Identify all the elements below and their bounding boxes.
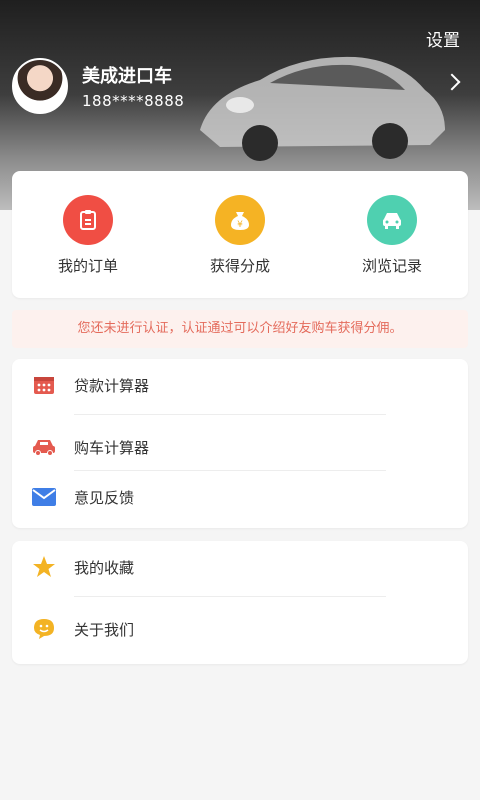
about-us-label: 关于我们 — [74, 620, 135, 639]
calculator-icon — [32, 373, 56, 397]
avatar[interactable] — [12, 58, 68, 114]
car-front-icon — [367, 195, 417, 245]
divider — [74, 414, 386, 415]
divider — [74, 470, 386, 471]
feedback-label: 意见反馈 — [74, 488, 135, 507]
browse-history-label: 浏览记录 — [361, 257, 422, 275]
about-us-item[interactable]: 关于我们 — [12, 616, 468, 642]
car-image — [200, 56, 445, 161]
loan-calculator-label: 贷款计算器 — [74, 376, 150, 395]
favorites-label: 我的收藏 — [74, 558, 135, 577]
earn-commission-button[interactable]: ¥ 获得分成 — [180, 171, 300, 298]
favorites-item[interactable]: 我的收藏 — [12, 554, 468, 580]
settings-link[interactable]: 设置 — [426, 26, 460, 51]
menu-group-personal: 我的收藏 关于我们 — [12, 541, 468, 664]
purchase-calculator-item[interactable]: 购车计算器 — [12, 434, 468, 460]
browse-history-button[interactable]: 浏览记录 — [332, 171, 452, 298]
quick-actions-card: 我的订单 ¥ 获得分成 浏览记录 — [12, 171, 468, 298]
loan-calculator-item[interactable]: 贷款计算器 — [12, 372, 468, 398]
money-bag-icon: ¥ — [215, 195, 265, 245]
my-orders-label: 我的订单 — [57, 257, 118, 275]
car-icon — [32, 435, 56, 459]
purchase-calculator-label: 购车计算器 — [74, 438, 150, 457]
smiley-chat-icon — [32, 617, 56, 641]
verification-notice[interactable]: 您还未进行认证，认证通过可以介绍好友购车获得分佣。 — [12, 310, 468, 348]
earn-commission-label: 获得分成 — [209, 257, 270, 275]
star-icon — [32, 555, 56, 579]
my-orders-button[interactable]: 我的订单 — [28, 171, 148, 298]
envelope-icon — [32, 485, 56, 509]
divider — [74, 596, 386, 597]
svg-text:¥: ¥ — [237, 220, 243, 230]
feedback-item[interactable]: 意见反馈 — [12, 484, 468, 510]
user-phone: 188****8888 — [82, 92, 185, 110]
order-clipboard-icon — [63, 195, 113, 245]
user-name: 美成进口车 — [82, 66, 172, 87]
menu-group-tools: 贷款计算器 购车计算器 意见反馈 — [12, 359, 468, 528]
